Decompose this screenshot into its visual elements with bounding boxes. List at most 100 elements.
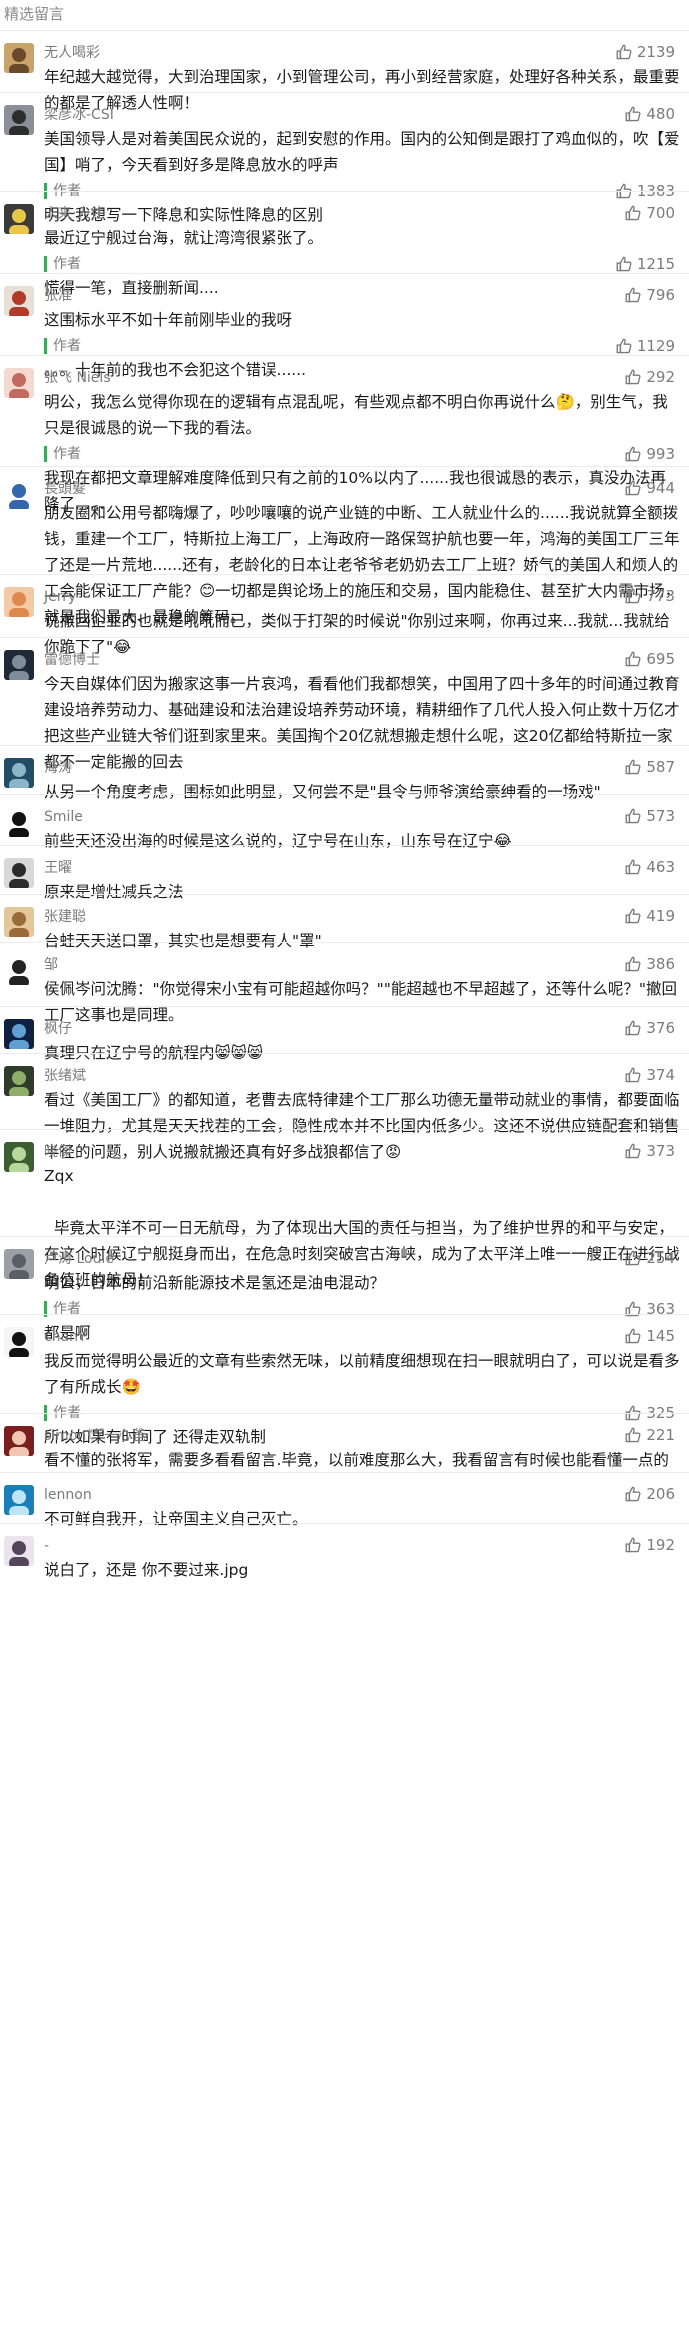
avatar-grey[interactable]	[4, 1249, 34, 1279]
like-count: 192	[646, 1536, 675, 1554]
avatar-panda[interactable]	[4, 807, 34, 837]
avatar-blue[interactable]	[4, 1485, 34, 1515]
comment-header: simon🕊一心爸 221	[44, 1425, 681, 1447]
thumbs-up-icon[interactable]	[615, 337, 633, 355]
comment-item: lennon 206 不可鲜自我开，让帝国主义自己灭亡。	[0, 1472, 689, 1528]
avatar-panda2[interactable]	[4, 1327, 34, 1357]
like-button[interactable]: 773	[624, 586, 675, 606]
comment-item: 雷德博士 695 今天自媒体们因为搬家这事一片哀鸿，看看他们我都想笑，中国用了四十多…	[0, 637, 689, 771]
avatar-bw[interactable]	[4, 955, 34, 985]
like-button[interactable]: 254	[624, 1248, 675, 1268]
thumbs-up-icon[interactable]	[624, 1142, 642, 1160]
thumbs-up-icon[interactable]	[624, 587, 642, 605]
thumbs-up-icon[interactable]	[624, 1485, 642, 1503]
thumbs-up-icon[interactable]	[624, 105, 642, 123]
avatar-forest[interactable]	[4, 1066, 34, 1096]
like-button[interactable]: 700	[624, 203, 675, 223]
nickname: Smile	[44, 809, 83, 825]
thumbs-up-icon[interactable]	[624, 1327, 642, 1345]
thumbs-up-icon[interactable]	[624, 1066, 642, 1084]
avatar-sea[interactable]	[4, 758, 34, 788]
avatar-dog[interactable]	[4, 43, 34, 73]
thumbs-up-icon[interactable]	[615, 43, 633, 61]
comment-item: 张飞 Niels 292 明公，我怎么觉得你现在的逻辑有点混乱呢，有些观点都不明白你…	[0, 355, 689, 513]
avatar-leaf[interactable]	[4, 1142, 34, 1172]
like-button[interactable]: 419	[624, 906, 675, 926]
thumbs-up-icon[interactable]	[624, 1426, 642, 1444]
like-button[interactable]: 944	[624, 478, 675, 498]
reply-like-button[interactable]: 993	[624, 444, 675, 464]
comment-header: 枫仔 376	[44, 1018, 681, 1040]
like-count: 700	[646, 204, 675, 222]
thumbs-up-icon[interactable]	[624, 907, 642, 925]
thumbs-up-icon[interactable]	[624, 1019, 642, 1037]
avatar-cartoon[interactable]	[4, 479, 34, 509]
like-button[interactable]: 480	[624, 104, 675, 124]
like-button[interactable]: 695	[624, 649, 675, 669]
avatar-night[interactable]	[4, 1019, 34, 1049]
comment-header: 海涛 587	[44, 757, 681, 779]
nickname: 张飞 Niels	[44, 370, 111, 386]
avatar-fruit[interactable]	[4, 286, 34, 316]
avatar-dog2[interactable]	[4, 907, 34, 937]
like-button[interactable]: 573	[624, 806, 675, 826]
thumbs-up-icon[interactable]	[624, 955, 642, 973]
reply-like-button[interactable]: 1215	[615, 254, 675, 274]
avatar-figure[interactable]	[4, 204, 34, 234]
comment-item: 王曜 463 原来是增灶减兵之法	[0, 845, 689, 901]
comment-item: 无人喝彩 2139 年纪越大越觉得，大到治理国家，小到管理公司，再小到经营家庭，处理…	[0, 30, 689, 112]
like-count: 480	[646, 105, 675, 123]
like-count: 773	[646, 587, 675, 605]
avatar-suit[interactable]	[4, 858, 34, 888]
like-button[interactable]: 206	[624, 1484, 675, 1504]
avatar-red[interactable]	[4, 1426, 34, 1456]
thumbs-up-icon[interactable]	[624, 758, 642, 776]
nickname: 長頭髮	[44, 481, 86, 497]
reply-like-button[interactable]: 1129	[615, 336, 675, 356]
like-button[interactable]: 376	[624, 1018, 675, 1038]
comment-item: - 192 说白了，还是 你不要过来.jpg	[0, 1523, 689, 1586]
thumbs-up-icon[interactable]	[624, 650, 642, 668]
like-button[interactable]: 373	[624, 1141, 675, 1161]
thumbs-up-icon[interactable]	[624, 1249, 642, 1267]
comment-header: 卢涛 Louie 254	[44, 1248, 681, 1270]
like-count: 386	[646, 955, 675, 973]
like-count: 292	[646, 368, 675, 386]
like-button[interactable]: 374	[624, 1065, 675, 1085]
like-button[interactable]: 292	[624, 367, 675, 387]
avatar-dark[interactable]	[4, 650, 34, 680]
thumbs-up-icon[interactable]	[624, 286, 642, 304]
thumbs-up-icon[interactable]	[624, 807, 642, 825]
reply-header: 作者 993	[44, 443, 681, 465]
avatar-anime[interactable]	[4, 1536, 34, 1566]
avatar-peach[interactable]	[4, 587, 34, 617]
avatar-flower[interactable]	[4, 368, 34, 398]
thumbs-up-icon[interactable]	[624, 479, 642, 497]
comment-header: Jerry 773	[44, 586, 681, 608]
like-button[interactable]: 463	[624, 857, 675, 877]
thumbs-up-icon[interactable]	[624, 1536, 642, 1554]
comment-header: lennon 206	[44, 1484, 681, 1506]
like-button[interactable]: 386	[624, 954, 675, 974]
thumbs-up-icon[interactable]	[624, 368, 642, 386]
like-button[interactable]: 587	[624, 757, 675, 777]
thumbs-up-icon[interactable]	[624, 858, 642, 876]
like-count: 419	[646, 907, 675, 925]
thumbs-up-icon[interactable]	[624, 445, 642, 463]
avatar-person[interactable]	[4, 105, 34, 135]
like-button[interactable]: 796	[624, 285, 675, 305]
comment-header: Smile 573	[44, 806, 681, 828]
like-button[interactable]: 192	[624, 1535, 675, 1555]
like-button[interactable]: 2139	[615, 42, 675, 62]
thumbs-up-icon[interactable]	[624, 204, 642, 222]
thumbs-up-icon[interactable]	[615, 255, 633, 273]
like-button[interactable]: 145	[624, 1326, 675, 1346]
comment-item: 海涛 587 从另一个角度考虑，围标如此明显，又何尝不是"县令与师爷演给豪绅看的一场…	[0, 745, 689, 801]
comment-item: Jerry 773 说撤回企业的也就是吼吼而已，类似于打架的时候说"你别过来啊，你再…	[0, 574, 689, 656]
nickname: chanY	[44, 1329, 87, 1345]
like-button[interactable]: 221	[624, 1425, 675, 1445]
author-tag: 作者	[44, 338, 81, 354]
nickname: -	[44, 1538, 50, 1554]
nickname: Jerry	[44, 589, 77, 605]
comment-header: 邹 386	[44, 954, 681, 976]
